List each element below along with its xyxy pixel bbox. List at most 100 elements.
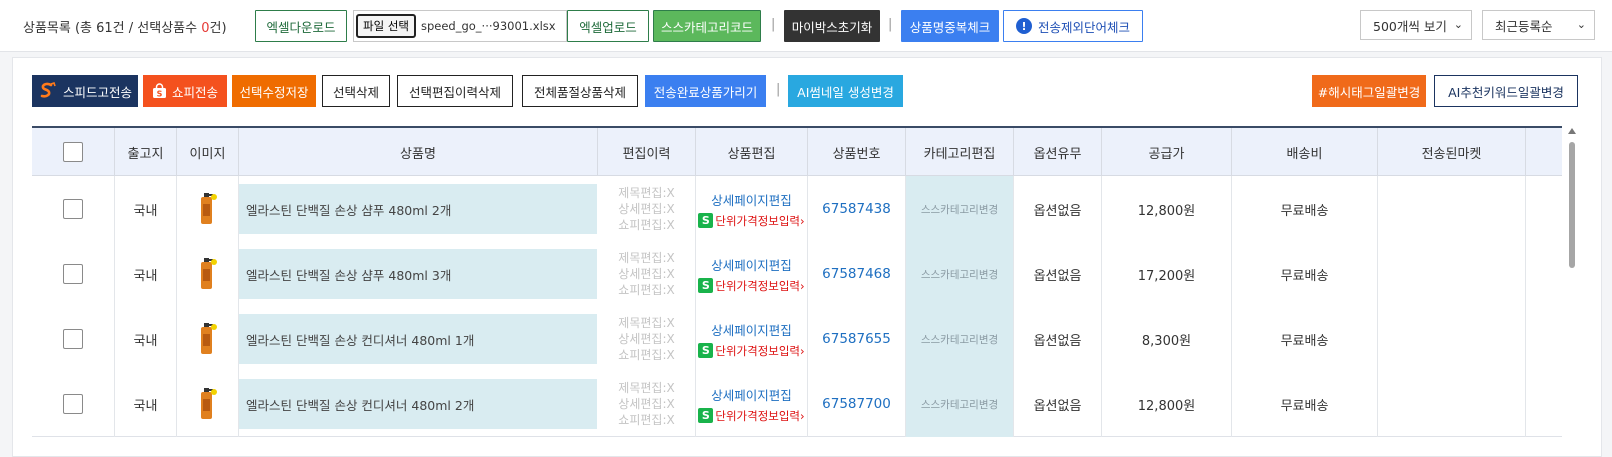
title-prefix: 상품목록 (총 61건 / 선택상품수 (23, 21, 202, 36)
svg-text:S: S (157, 90, 163, 99)
duplicate-name-check-button[interactable]: 상품명중복체크 (901, 10, 999, 42)
edit-history-cell: 제목편집:X 상세편집:X 쇼피편집:X (598, 176, 696, 242)
detail-page-edit-link[interactable]: 상세페이지편집 (711, 385, 792, 404)
product-thumbnail[interactable] (198, 322, 218, 356)
row-checkbox-cell (32, 176, 115, 242)
product-edit-cell: 상세페이지편집 S 단위가격정보입력 › (696, 371, 808, 437)
category-change-button[interactable]: 스스카테고리변경 (906, 371, 1014, 437)
product-name-field[interactable]: 엘라스틴 단백질 손상 샴푸 480ml 2개 (239, 184, 597, 234)
unit-price-info-link[interactable]: S 단위가격정보입력 › (698, 343, 805, 359)
selected-count: 0 (201, 21, 210, 36)
edit-history-cell: 제목편집:X 상세편집:X 쇼피편집:X (598, 371, 696, 437)
chevron-right-icon: › (800, 408, 805, 423)
table-row: 국내 엘라스틴 단백질 손상 컨디셔너 480ml 2개 제목편집:X 상세편집:… (32, 371, 1562, 437)
supply-price-cell: 12,800원 (1102, 371, 1232, 437)
unit-price-info-label: 단위가격정보입력 (715, 343, 801, 358)
product-edit-cell: 상세페이지편집 S 단위가격정보입력 › (696, 241, 808, 307)
shopee-send-label: 쇼피전송 (171, 84, 218, 100)
file-input[interactable]: 파일 선택 speed_go_···93001.xlsx (353, 10, 567, 42)
product-thumbnail[interactable] (198, 192, 218, 226)
shopee-send-button[interactable]: S 쇼피전송 (143, 75, 227, 107)
supply-price-cell: 17,200원 (1102, 241, 1232, 307)
product-number-link[interactable]: 67587655 (808, 306, 906, 372)
row-checkbox[interactable] (63, 199, 83, 219)
table-row: 국내 엘라스틴 단백질 손상 샴푸 480ml 2개 제목편집:X 상세편집:X 쇼… (32, 176, 1562, 242)
delete-all-soldout-button[interactable]: 전체품절상품삭제 (522, 75, 638, 107)
excel-upload-button[interactable]: 엑셀업로드 (567, 10, 649, 42)
edit-history-item: 쇼피편집:X (618, 348, 675, 362)
speedgo-send-button[interactable]: 스피드고전송 (32, 75, 138, 107)
product-number-link[interactable]: 67587438 (808, 176, 906, 242)
separator: | (771, 17, 776, 32)
edit-history-cell: 제목편집:X 상세편집:X 쇼피편집:X (598, 306, 696, 372)
scroll-up-icon[interactable] (1568, 128, 1576, 134)
vertical-scrollbar[interactable] (1566, 126, 1578, 453)
ss-category-code-button[interactable]: 스스카테고리코드 (653, 10, 761, 42)
option-cell: 옵션없음 (1014, 371, 1102, 437)
hashtag-bulk-change-button[interactable]: #해시태그일괄변경 (1312, 75, 1426, 107)
hide-sent-products-button[interactable]: 전송완료상품가리기 (645, 75, 766, 107)
category-change-button[interactable]: 스스카테고리변경 (906, 306, 1014, 372)
shipping-cell: 무료배송 (1232, 176, 1378, 242)
column-header-supply-price: 공급가 (1102, 128, 1232, 176)
scrollbar-thumb[interactable] (1569, 142, 1575, 268)
table-header: 출고지 이미지 상품명 편집이력 상품편집 상품번호 카테고리편집 옵션유무 공급가 배송비 전송된… (32, 126, 1562, 176)
chevron-right-icon: › (800, 343, 805, 358)
row-checkbox[interactable] (63, 394, 83, 414)
delete-edit-history-button[interactable]: 선택편집이력삭제 (397, 75, 513, 107)
column-header-category-edit: 카테고리편집 (906, 128, 1014, 176)
column-header-origin: 출고지 (115, 128, 177, 176)
ai-thumbnail-button[interactable]: AI썸네일 생성변경 (788, 75, 903, 107)
column-header-option: 옵션유무 (1014, 128, 1102, 176)
exclude-word-check-button[interactable]: ! 전송제외단어체크 (1003, 10, 1143, 42)
sent-market-cell (1378, 306, 1526, 372)
product-name-field[interactable]: 엘라스틴 단백질 손상 컨디셔너 480ml 1개 (239, 314, 597, 364)
unit-price-info-label: 단위가격정보입력 (715, 213, 801, 228)
column-header-sent-market: 전송된마켓 (1378, 128, 1526, 176)
excel-download-button[interactable]: 엑셀다운로드 (255, 10, 347, 42)
column-header-product-edit: 상품편집 (696, 128, 808, 176)
product-number-link[interactable]: 67587468 (808, 241, 906, 307)
edit-history-item: 상세편집:X (618, 332, 675, 346)
detail-page-edit-link[interactable]: 상세페이지편집 (711, 255, 792, 274)
page-size-select[interactable]: 500개씩 보기 ⌄ (1360, 10, 1472, 40)
origin-cell: 국내 (115, 241, 177, 307)
unit-price-info-link[interactable]: S 단위가격정보입력 › (698, 213, 805, 229)
detail-page-edit-link[interactable]: 상세페이지편집 (711, 320, 792, 339)
delete-selected-button[interactable]: 선택삭제 (322, 75, 390, 107)
sort-select[interactable]: 최근등록순 ⌄ (1482, 10, 1595, 40)
edit-history-item: 상세편집:X (618, 397, 675, 411)
select-all-checkbox[interactable] (63, 142, 83, 162)
option-cell: 옵션없음 (1014, 241, 1102, 307)
info-icon: ! (1015, 18, 1032, 34)
file-select-button[interactable]: 파일 선택 (356, 14, 416, 38)
product-image-cell (177, 176, 239, 242)
product-number-link[interactable]: 67587700 (808, 371, 906, 437)
origin-cell: 국내 (115, 306, 177, 372)
smartstore-badge-icon: S (698, 343, 714, 358)
top-toolbar: 상품목록 (총 61건 / 선택상품수 0건) 엑셀다운로드 파일 선택 spe… (0, 0, 1612, 52)
row-checkbox[interactable] (63, 264, 83, 284)
save-edits-button[interactable]: 선택수정저장 (232, 75, 316, 107)
row-checkbox[interactable] (63, 329, 83, 349)
product-thumbnail[interactable] (198, 257, 218, 291)
unit-price-info-link[interactable]: S 단위가격정보입력 › (698, 278, 805, 294)
category-change-button[interactable]: 스스카테고리변경 (906, 176, 1014, 242)
file-name: speed_go_···93001.xlsx (420, 19, 556, 33)
column-header-shipping: 배송비 (1232, 128, 1378, 176)
product-name-field[interactable]: 엘라스틴 단백질 손상 컨디셔너 480ml 2개 (239, 379, 597, 429)
unit-price-info-link[interactable]: S 단위가격정보입력 › (698, 408, 805, 424)
product-thumbnail[interactable] (198, 387, 218, 421)
product-edit-cell: 상세페이지편집 S 단위가격정보입력 › (696, 306, 808, 372)
category-change-button[interactable]: 스스카테고리변경 (906, 241, 1014, 307)
column-header-product-name: 상품명 (239, 128, 598, 176)
detail-page-edit-link[interactable]: 상세페이지편집 (711, 190, 792, 209)
supply-price-cell: 12,800원 (1102, 176, 1232, 242)
title-suffix: 건) (209, 21, 227, 36)
product-name-field[interactable]: 엘라스틴 단백질 손상 샴푸 480ml 3개 (239, 249, 597, 299)
ai-keyword-bulk-change-button[interactable]: AI추천키워드일괄변경 (1434, 75, 1578, 107)
mybox-reset-button[interactable]: 마이박스초기화 (784, 10, 880, 42)
smartstore-badge-icon: S (698, 213, 714, 228)
smartstore-badge-icon: S (698, 408, 714, 423)
edit-history-item: 쇼피편집:X (618, 283, 675, 297)
